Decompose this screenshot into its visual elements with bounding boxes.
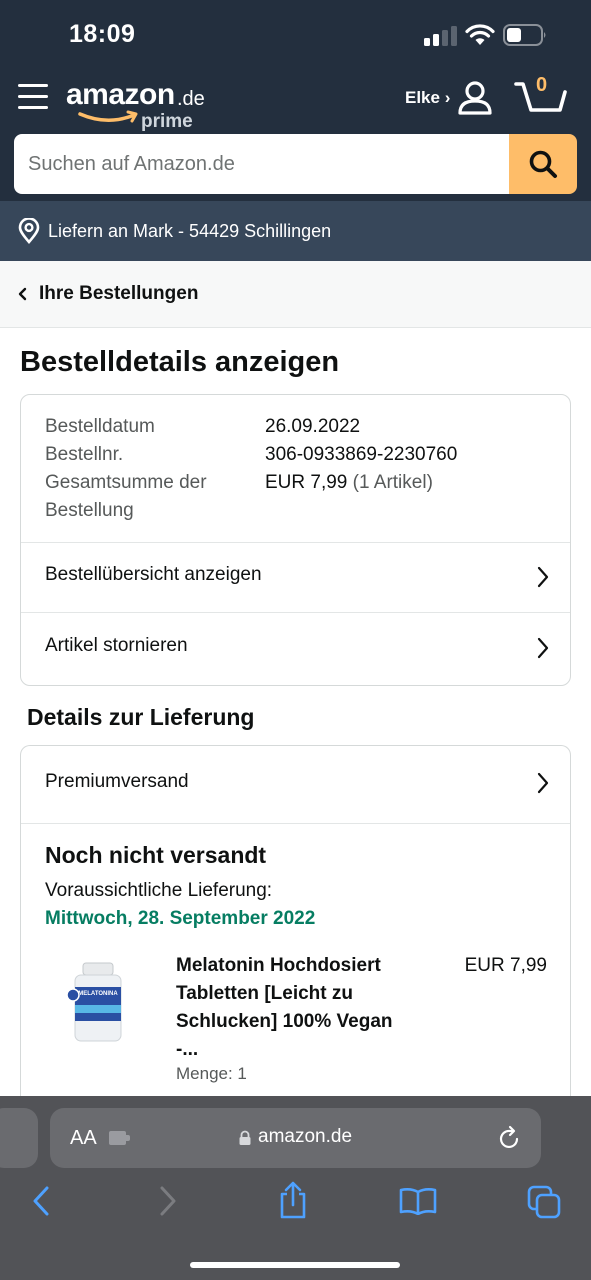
status-bar: 18:09 [0,0,591,66]
account-label[interactable]: Elke › [405,88,450,108]
search-input[interactable] [14,134,509,194]
address-bar[interactable]: AA amazon.de [50,1108,541,1168]
cancel-items-label: Artikel stornieren [45,635,188,656]
product-title-line: Melatonin Hochdosiert [176,955,381,976]
shipment-status: Noch nicht versandt [45,842,267,868]
cancel-items-link[interactable]: Artikel stornieren [21,614,570,684]
search-bar [14,134,577,194]
product-quantity: Menge: 1 [176,1064,247,1083]
product-image-label: MELATONINA [78,991,118,997]
extension-icon[interactable] [108,1128,132,1148]
app-header: amazon .de prime Elke › 0 [0,66,591,201]
breadcrumb-label: Ihre Bestellungen [39,283,199,304]
chevron-right-icon [537,637,549,659]
battery-icon [503,24,546,46]
order-total-items: (1 Artikel) [352,472,433,493]
order-info: Bestelldatum 26.09.2022 Bestellnr. 306-0… [21,395,570,543]
logo-word: amazon [66,78,175,111]
shipping-method-label: Premiumversand [45,771,189,792]
logo-prime: prime [141,111,193,132]
order-number-value: 306-0933869-2230760 [265,444,458,465]
text-size-button[interactable]: AA [70,1127,97,1150]
product-title-line: -... [176,1039,199,1060]
delivery-card: Premiumversand Noch nicht versandt Vorau… [20,745,571,1105]
order-date-value: 26.09.2022 [265,416,361,437]
deliver-to-bar[interactable]: Liefern an Mark - 54429 Schillingen [0,201,591,261]
previous-tab-preview[interactable] [0,1108,38,1168]
cellular-signal-icon [424,26,458,46]
browser-toolbar: AA amazon.de [0,1096,591,1280]
back-icon[interactable] [30,1184,52,1218]
lock-icon [239,1130,251,1145]
amazon-prime-logo[interactable]: amazon .de prime [66,76,216,136]
page-title: Bestelldetails anzeigen [20,346,340,378]
smile-arrow-icon [78,110,138,123]
chevron-left-icon [18,287,27,301]
tabs-icon[interactable] [527,1185,561,1219]
eta-label: Voraussichtliche Lieferung: [45,880,273,901]
share-icon[interactable] [277,1180,309,1220]
search-icon [529,150,557,178]
wifi-icon [465,24,495,45]
deliver-to-text: Liefern an Mark - 54429 Schillingen [48,221,332,241]
reload-icon[interactable] [498,1125,522,1151]
order-number-label: Bestellnr. [45,444,124,465]
product-title-line: Tabletten [Leicht zu [176,983,353,1004]
order-info-card: Bestelldatum 26.09.2022 Bestellnr. 306-0… [20,394,571,686]
product-title-line: Schlucken] 100% Vegan [176,1011,393,1032]
order-summary-link[interactable]: Bestellübersicht anzeigen [21,543,570,613]
order-date-label: Bestelldatum [45,416,155,437]
delivery-section-title: Details zur Lieferung [27,704,255,730]
shipping-method-link[interactable]: Premiumversand [21,746,570,824]
status-time: 18:09 [69,20,136,48]
forward-icon[interactable] [157,1184,179,1218]
location-pin-icon [18,218,40,244]
menu-icon[interactable] [18,84,48,110]
breadcrumb[interactable]: Ihre Bestellungen [0,261,591,328]
order-total-value: EUR 7,99 (1 Artikel) [265,469,433,497]
logo-tld: .de [177,88,205,110]
order-summary-label: Bestellübersicht anzeigen [45,564,262,585]
product-image[interactable]: MELATONINA [65,961,131,1045]
product-title[interactable]: Melatonin Hochdosiert Tabletten [Leicht … [176,952,426,1064]
user-icon[interactable] [457,80,493,116]
order-total-label-cont: Bestellung [45,500,134,521]
eta-date: Mittwoch, 28. September 2022 [45,908,316,929]
search-button[interactable] [509,134,577,194]
order-total-label: Gesamtsumme der [45,472,207,493]
home-indicator [190,1262,400,1268]
chevron-right-icon [537,772,549,794]
bookmarks-icon[interactable] [399,1187,437,1215]
order-total-amount: EUR 7,99 [265,472,348,493]
url-domain: amazon.de [258,1126,353,1147]
cart-count-badge: 0 [536,74,548,96]
chevron-right-icon [537,566,549,588]
product-price: EUR 7,99 [464,955,547,976]
